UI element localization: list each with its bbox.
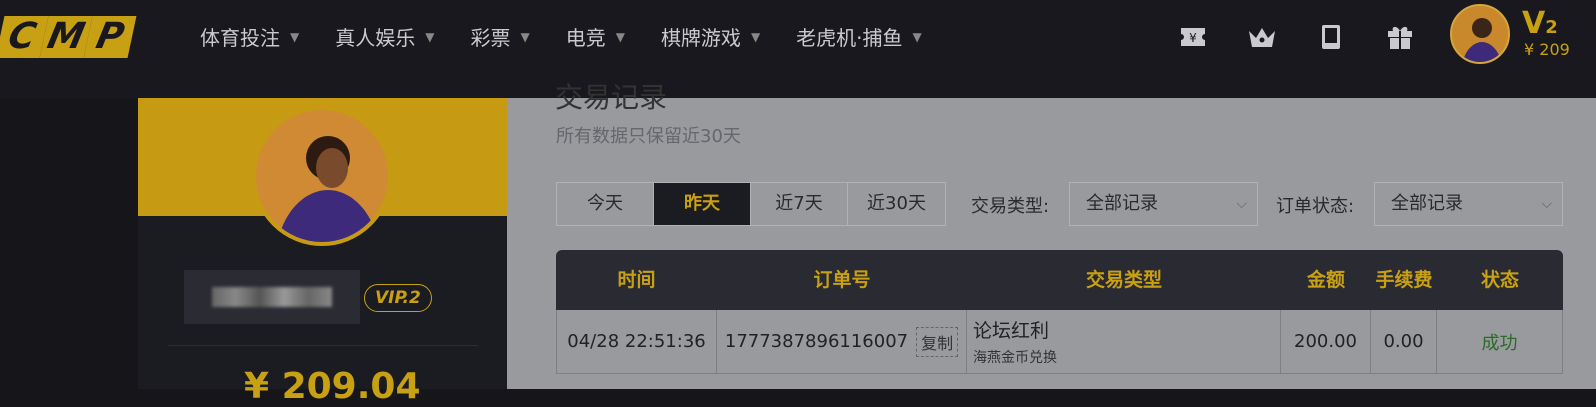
header-balance: ¥ 209 [1524, 40, 1570, 59]
col-time: 时间 [617, 269, 656, 291]
chevron-down-icon: ⌵ [1541, 196, 1552, 212]
top-icon-group: ¥ [1178, 22, 1454, 52]
cell-fee: 0.00 [1371, 310, 1437, 373]
table-header: 时间 订单号 交易类型 金额 手续费 状态 [556, 250, 1563, 310]
vip-level-number: 2 [1545, 17, 1558, 38]
tx-type-value: 全部记录 [1086, 193, 1158, 214]
filter-30-days[interactable]: 近30天 [848, 183, 945, 225]
cell-order-no: 1777387896116007 复制 [717, 310, 967, 373]
user-avatar[interactable] [1450, 4, 1510, 64]
col-order-no: 订单号 [813, 269, 871, 291]
table-row: 04/28 22:51:36 1777387896116007 复制 论坛红利 … [556, 310, 1563, 374]
nav-label: 老虎机·捕鱼 [796, 26, 903, 50]
vip-level-letter: V [1522, 6, 1546, 41]
ticket-icon[interactable]: ¥ [1178, 22, 1208, 52]
transactions-table: 时间 订单号 交易类型 金额 手续费 状态 04/28 22:51:36 177… [556, 250, 1563, 374]
cell-amount: 200.00 [1281, 310, 1371, 373]
nav-label: 真人娱乐 [335, 26, 416, 50]
col-amount: 金额 [1306, 269, 1345, 291]
col-status: 状态 [1480, 269, 1519, 291]
chevron-down-icon: ▼ [615, 29, 625, 44]
retention-note: 所有数据只保留近30天 [556, 126, 741, 147]
chevron-down-icon: ▼ [520, 29, 530, 44]
nav-item-esports[interactable]: 电竞 ▼ [566, 22, 625, 51]
user-profile-panel: VIP.2 ¥ 209.04 [138, 98, 507, 407]
tx-type-select[interactable]: 全部记录 ⌵ [1069, 182, 1258, 226]
order-number: 1777387896116007 [724, 331, 909, 352]
cell-status: 成功 [1437, 310, 1563, 373]
nav-item-card-games[interactable]: 棋牌游戏 ▼ [661, 22, 760, 51]
filter-today[interactable]: 今天 [557, 183, 654, 225]
filter-7-days[interactable]: 近7天 [751, 183, 848, 225]
profile-balance: ¥ 209.04 [244, 366, 421, 407]
svg-text:¥: ¥ [1189, 31, 1197, 45]
tx-type-main: 论坛红利 [973, 320, 1050, 342]
cell-time: 04/28 22:51:36 [557, 310, 717, 373]
page-title: 交易记录 [555, 81, 668, 114]
nav-item-slots-fishing[interactable]: 老虎机·捕鱼 ▼ [796, 22, 922, 51]
order-status-value: 全部记录 [1391, 193, 1463, 214]
nav-item-sports[interactable]: 体育投注 ▼ [200, 22, 299, 51]
crown-icon[interactable] [1247, 22, 1277, 52]
brand-logo[interactable]: C M P [0, 16, 137, 58]
vip-badge: VIP.2 [364, 284, 432, 312]
filter-yesterday[interactable]: 昨天 [654, 183, 751, 225]
top-navigation-bar: C M P 体育投注 ▼ 真人娱乐 ▼ 彩票 ▼ 电竞 ▼ 棋牌游戏 ▼ 老虎机·捕鱼 ▼ … [0, 0, 1596, 98]
nav-label: 彩票 [470, 26, 511, 50]
nav-label: 电竞 [565, 26, 606, 50]
order-status-select[interactable]: 全部记录 ⌵ [1374, 182, 1563, 226]
username-obscured [212, 287, 332, 307]
chevron-down-icon: ▼ [290, 29, 300, 44]
chevron-down-icon: ▼ [912, 29, 922, 44]
nav-label: 体育投注 [200, 26, 280, 50]
tx-type-sub: 海燕金币兑换 [973, 350, 1057, 366]
nav-label: 棋牌游戏 [660, 26, 741, 50]
vip-level: V2 [1522, 6, 1558, 41]
order-status-label: 订单状态: [1276, 196, 1355, 217]
tablet-icon[interactable] [1316, 22, 1346, 52]
username-blurred [184, 270, 360, 324]
chevron-down-icon: ▼ [425, 29, 435, 44]
copy-button[interactable]: 复制 [916, 326, 959, 357]
cell-tx-type: 论坛红利 海燕金币兑换 [967, 310, 1281, 373]
profile-avatar [252, 106, 392, 246]
logo-letter: P [83, 16, 137, 58]
main-nav: 体育投注 ▼ 真人娱乐 ▼ 彩票 ▼ 电竞 ▼ 棋牌游戏 ▼ 老虎机·捕鱼 ▼ [200, 22, 958, 51]
nav-item-live-casino[interactable]: 真人娱乐 ▼ [335, 22, 434, 51]
transaction-records-panel: 交易记录 所有数据只保留近30天 今天 昨天 近7天 近30天 交易类型: 全部… [507, 81, 1596, 389]
chevron-down-icon: ▼ [750, 29, 761, 44]
gift-icon[interactable] [1385, 22, 1415, 52]
divider [168, 345, 478, 346]
col-tx-type: 交易类型 [1085, 269, 1162, 291]
chevron-down-icon: ⌵ [1236, 196, 1247, 212]
nav-item-lottery[interactable]: 彩票 ▼ [470, 22, 529, 51]
col-fee: 手续费 [1375, 269, 1433, 291]
date-filter-group: 今天 昨天 近7天 近30天 [556, 182, 946, 226]
tx-type-label: 交易类型: [971, 196, 1050, 217]
